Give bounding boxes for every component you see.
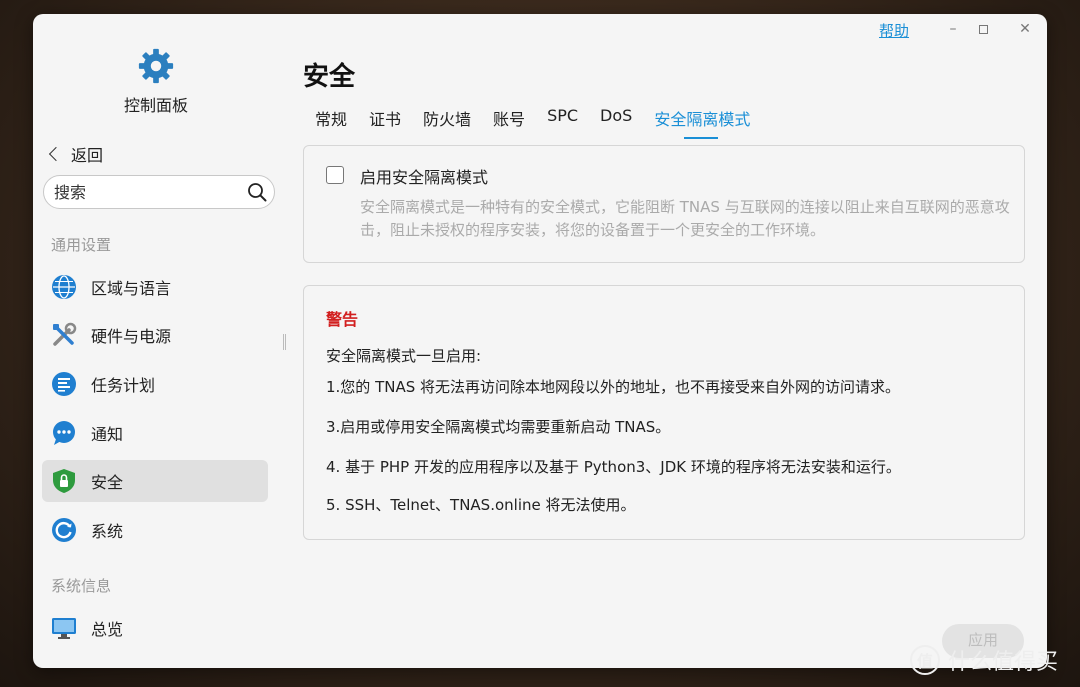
- sidebar-item-task-schedule[interactable]: 任务计划: [42, 363, 268, 405]
- maximize-icon: [978, 24, 988, 34]
- search-input[interactable]: [54, 182, 244, 202]
- enable-isolation-checkbox[interactable]: [326, 166, 344, 184]
- back-label: 返回: [71, 146, 104, 165]
- warning-intro: 安全隔离模式一旦启用:: [326, 347, 482, 365]
- tab-security-isolation-mode[interactable]: 安全隔离模式: [654, 106, 750, 139]
- gear-icon: [138, 48, 174, 84]
- section-label-system-info: 系统信息: [51, 577, 112, 595]
- sidebar-item-security[interactable]: 安全: [42, 460, 268, 502]
- sidebar-item-label: 安全: [91, 473, 124, 492]
- help-link[interactable]: 帮助: [879, 20, 909, 41]
- sidebar-item-label: 区域与语言: [91, 279, 172, 298]
- maximize-button[interactable]: [969, 18, 997, 40]
- watermark: 值 什么值得买: [910, 644, 1058, 676]
- system-refresh-icon: [51, 517, 77, 543]
- sidebar-item-overview[interactable]: 总览: [42, 607, 268, 649]
- warning-line: 5. SSH、Telnet、TNAS.online 将无法使用。: [326, 496, 636, 514]
- sidebar-item-system[interactable]: 系统: [42, 509, 268, 551]
- sidebar: 控制面板 返回 通用设置 区域与语言: [33, 14, 281, 668]
- tab-certificate[interactable]: 证书: [369, 106, 401, 136]
- sidebar-item-label: 系统: [91, 522, 124, 541]
- section-label-general: 通用设置: [51, 236, 112, 254]
- task-list-icon: [51, 371, 77, 397]
- sidebar-item-region-language[interactable]: 区域与语言: [42, 266, 268, 308]
- close-button[interactable]: ✕: [1011, 18, 1039, 40]
- search-icon[interactable]: [247, 182, 267, 202]
- sidebar-item-label: 硬件与电源: [91, 327, 172, 346]
- sidebar-item-label: 总览: [91, 620, 124, 639]
- isolation-description: 安全隔离模式是一种特有的安全模式，它能阻断 TNAS 与互联网的连接以阻止来自互…: [360, 198, 1010, 239]
- isolation-option-card: 启用安全隔离模式 安全隔离模式是一种特有的安全模式，它能阻断 TNAS 与互联网…: [303, 145, 1025, 263]
- watermark-logo: 值: [910, 645, 940, 675]
- watermark-text: 什么值得买: [948, 650, 1059, 675]
- globe-icon: [51, 274, 77, 300]
- search-box: [43, 175, 275, 209]
- minimize-button[interactable]: –: [939, 18, 967, 40]
- tab-account[interactable]: 账号: [493, 106, 525, 136]
- tab-spc[interactable]: SPC: [547, 106, 578, 136]
- control-panel-window: 帮助 – ✕ 控制面板 返回 搜索 通用设置 区域与语言 硬件与电源 任务计划 …: [33, 14, 1047, 668]
- chevron-left-icon: [48, 146, 64, 162]
- sidebar-resize-handle[interactable]: [283, 334, 286, 350]
- back-button[interactable]: 返回: [47, 142, 103, 166]
- enable-isolation-label[interactable]: 启用安全隔离模式: [360, 164, 488, 188]
- chat-bubble-icon: [51, 420, 77, 446]
- tab-dos[interactable]: DoS: [600, 106, 632, 136]
- warning-title: 警告: [326, 310, 359, 329]
- sidebar-item-notifications[interactable]: 通知: [42, 412, 268, 454]
- tab-general[interactable]: 常规: [315, 106, 347, 136]
- app-title: 控制面板: [123, 96, 188, 115]
- tab-firewall[interactable]: 防火墙: [423, 106, 471, 136]
- tools-icon: [51, 322, 77, 348]
- warning-line: 4. 基于 PHP 开发的应用程序以及基于 Python3、JDK 环境的程序将…: [326, 458, 901, 476]
- sidebar-item-label: 任务计划: [91, 376, 156, 395]
- warning-card: 警告 安全隔离模式一旦启用: 1.您的 TNAS 将无法再访问除本地网段以外的地…: [303, 285, 1025, 540]
- page-title: 安全: [303, 62, 356, 92]
- monitor-icon: [51, 615, 77, 641]
- shield-lock-icon: [51, 468, 77, 494]
- sidebar-item-hardware-power[interactable]: 硬件与电源: [42, 314, 268, 356]
- tab-bar: 常规 证书 防火墙 账号 SPC DoS 安全隔离模式: [303, 106, 761, 139]
- warning-line: 1.您的 TNAS 将无法再访问除本地网段以外的地址，也不再接受来自外网的访问请…: [326, 378, 901, 396]
- warning-line: 3.启用或停用安全隔离模式均需要重新启动 TNAS。: [326, 418, 671, 436]
- sidebar-item-label: 通知: [91, 425, 124, 444]
